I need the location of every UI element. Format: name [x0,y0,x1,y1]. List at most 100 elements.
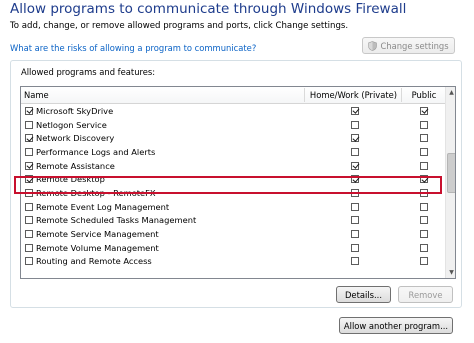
program-enabled-checkbox[interactable] [25,161,33,170]
program-enabled-checkbox[interactable] [25,120,33,129]
table-row[interactable]: Remote Scheduled Tasks Management [21,214,445,228]
home-work-checkbox[interactable] [351,243,359,252]
table-rows: Microsoft SkyDrive Netlogon Service Networ… [21,104,445,268]
change-settings-button[interactable]: Change settings [362,37,455,54]
program-name-cell: Routing and Remote Access [25,255,152,269]
program-name-cell: Netlogon Service [25,118,107,132]
program-name-cell: Network Discovery [25,131,114,145]
home-work-checkbox[interactable] [351,216,359,225]
public-cell [419,200,429,214]
table-row[interactable]: Remote Assistance [21,159,445,173]
table-row[interactable]: Remote Desktop - RemoteFX [21,186,445,200]
table-row[interactable]: Remote Desktop [21,172,445,186]
table-row[interactable]: Remote Volume Management [21,241,445,255]
program-name: Remote Event Log Management [36,201,170,212]
table-row[interactable]: Network Discovery [21,131,445,145]
home-work-cell [350,159,360,173]
table-row[interactable]: Remote Event Log Management [21,200,445,214]
column-divider[interactable] [304,88,305,102]
uac-shield-icon [368,40,378,51]
home-work-cell [350,200,360,214]
home-work-checkbox[interactable] [351,202,359,211]
program-enabled-checkbox[interactable] [25,230,33,239]
program-enabled-checkbox[interactable] [25,175,33,184]
public-checkbox[interactable] [420,188,428,197]
program-enabled-checkbox[interactable] [25,257,33,266]
home-work-checkbox[interactable] [351,257,359,266]
home-work-checkbox[interactable] [351,106,359,115]
programs-table: Name Home/Work (Private) Public Microsof… [20,86,456,279]
program-enabled-checkbox[interactable] [25,243,33,252]
public-checkbox[interactable] [420,134,428,143]
public-cell [419,186,429,200]
column-divider[interactable] [401,88,402,102]
home-work-checkbox[interactable] [351,175,359,184]
program-enabled-checkbox[interactable] [25,106,33,115]
program-name: Routing and Remote Access [36,256,152,267]
column-header-public[interactable]: Public [403,87,445,103]
program-name-cell: Performance Logs and Alerts [25,145,155,159]
page-subtitle: To add, change, or remove allowed progra… [10,21,349,31]
table-row[interactable]: Performance Logs and Alerts [21,145,445,159]
program-name: Remote Service Management [36,229,159,240]
program-name: Remote Desktop - RemoteFX [36,187,156,198]
remove-button[interactable]: Remove [398,286,453,303]
public-cell [419,214,429,228]
program-name: Microsoft SkyDrive [36,105,114,116]
home-work-checkbox[interactable] [351,161,359,170]
home-work-cell [350,227,360,241]
program-enabled-checkbox[interactable] [25,202,33,211]
page-title: Allow programs to communicate through Wi… [10,1,407,17]
table-row[interactable]: Netlogon Service [21,118,445,132]
public-cell [419,255,429,269]
program-enabled-checkbox[interactable] [25,216,33,225]
program-enabled-checkbox[interactable] [25,134,33,143]
scroll-down-icon[interactable]: ▼ [446,267,455,278]
home-work-checkbox[interactable] [351,230,359,239]
public-cell [419,159,429,173]
group-label: Allowed programs and features: [21,67,156,77]
scroll-up-icon[interactable]: ▲ [446,87,455,98]
public-checkbox[interactable] [420,120,428,129]
allow-another-program-button[interactable]: Allow another program... [339,317,453,334]
table-row[interactable]: Microsoft SkyDrive [21,104,445,118]
public-checkbox[interactable] [420,175,428,184]
scroll-thumb[interactable] [447,153,455,193]
public-cell [419,104,429,118]
public-checkbox[interactable] [420,216,428,225]
public-checkbox[interactable] [420,147,428,156]
table-row[interactable]: Routing and Remote Access [21,255,445,269]
program-name-cell: Microsoft SkyDrive [25,104,113,118]
public-checkbox[interactable] [420,161,428,170]
home-work-checkbox[interactable] [351,134,359,143]
home-work-checkbox[interactable] [351,147,359,156]
program-name: Remote Scheduled Tasks Management [36,215,197,226]
home-work-checkbox[interactable] [351,120,359,129]
home-work-cell [350,172,360,186]
public-checkbox[interactable] [420,243,428,252]
program-enabled-checkbox[interactable] [25,188,33,197]
program-name-cell: Remote Assistance [25,159,115,173]
program-enabled-checkbox[interactable] [25,147,33,156]
home-work-cell [350,104,360,118]
home-work-checkbox[interactable] [351,188,359,197]
home-work-cell [350,214,360,228]
public-checkbox[interactable] [420,230,428,239]
program-name: Performance Logs and Alerts [36,146,156,157]
table-row[interactable]: Remote Service Management [21,227,445,241]
public-cell [419,131,429,145]
details-button[interactable]: Details... [336,286,391,303]
program-name-cell: Remote Event Log Management [25,200,169,214]
public-checkbox[interactable] [420,106,428,115]
public-cell [419,145,429,159]
risks-link[interactable]: What are the risks of allowing a program… [10,43,256,53]
public-checkbox[interactable] [420,257,428,266]
home-work-cell [350,186,360,200]
column-header-home-work[interactable]: Home/Work (Private) [307,87,400,103]
program-name-cell: Remote Volume Management [25,241,159,255]
program-name-cell: Remote Desktop - RemoteFX [25,186,156,200]
column-header-name[interactable]: Name [24,87,49,103]
public-checkbox[interactable] [420,202,428,211]
vertical-scrollbar[interactable]: ▲ ▼ [445,87,455,278]
home-work-cell [350,118,360,132]
